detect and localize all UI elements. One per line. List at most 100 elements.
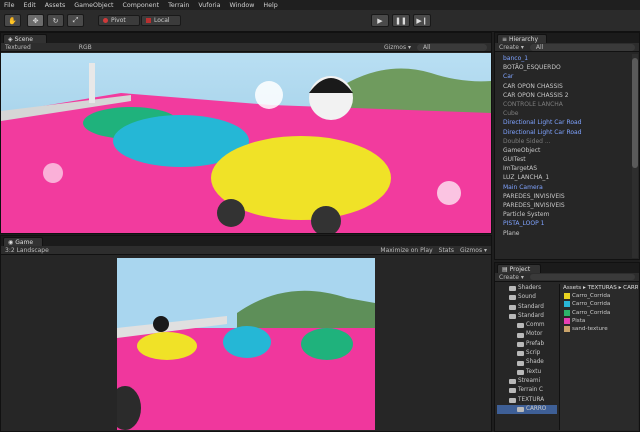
hierarchy-create-dropdown[interactable]: Create ▾ [499,44,524,51]
hierarchy-panel: ≡ Hierarchy Create ▾ All banco_1 BOTÃO_ES… [494,32,640,260]
hierarchy-item[interactable]: Cube [495,109,631,118]
toolbar: ✋ ✥ ↻ ⤢ Pivot Local ▶ ❚❚ ▶❙ [0,10,640,32]
shading-mode-dropdown[interactable]: Textured [5,44,31,51]
render-mode-dropdown[interactable]: RGB [79,44,92,51]
tab-scene[interactable]: ◈ Scene [3,34,47,43]
folder-label: Standard [518,312,544,319]
menu-assets[interactable]: Assets [45,2,66,9]
hierarchy-scroll-thumb[interactable] [632,58,638,168]
hierarchy-item[interactable]: PISTA_LOOP 1 [495,219,631,228]
move-tool-button[interactable]: ✥ [27,14,44,27]
stats-toggle[interactable]: Stats [439,247,454,254]
hierarchy-item[interactable]: Particle System [495,210,631,219]
folder-item[interactable]: Standard [497,303,557,312]
menu-file[interactable]: File [4,2,15,9]
game-gizmos-dropdown[interactable]: Gizmos ▾ [460,247,487,254]
folder-label: Comm [526,322,545,329]
folder-item[interactable]: Shade [497,358,557,367]
aspect-dropdown[interactable]: 3:2 Landscape [5,247,49,254]
step-button[interactable]: ▶❙ [413,14,431,27]
hierarchy-search-all[interactable]: All [529,43,635,51]
hierarchy-item[interactable]: PAREDES_INVISIVEIS [495,192,631,201]
texture-icon [564,309,570,316]
tab-hierarchy[interactable]: ≡ Hierarchy [497,34,547,43]
light-gizmo-icon [255,81,283,109]
menu-window[interactable]: Window [230,2,255,9]
project-create-dropdown[interactable]: Create ▾ [499,274,524,281]
folder-icon [509,286,516,292]
pause-button[interactable]: ❚❚ [392,14,410,27]
scale-tool-button[interactable]: ⤢ [67,14,84,27]
hierarchy-item[interactable]: CONTROLE LANCHA [495,100,631,109]
folder-item[interactable]: Standard [497,312,557,321]
asset-item[interactable]: Carro_Corrida [560,292,638,300]
scene-wheel [217,199,245,227]
menu-terrain[interactable]: Terrain [168,2,189,9]
hierarchy-item[interactable]: GameObject [495,146,631,155]
project-search-field[interactable] [529,274,635,280]
play-icon: ▶ [377,16,383,25]
hierarchy-item[interactable]: Directional Light Car Road [495,118,631,127]
pivot-toggle[interactable]: Pivot [98,15,140,26]
scene-gizmos-dropdown[interactable]: Gizmos ▾ [384,44,411,51]
rotate-tool-button[interactable]: ↻ [47,14,64,27]
folder-icon [509,388,516,394]
tab-game[interactable]: ◉ Game [3,237,43,246]
asset-item[interactable]: Pista [560,317,638,325]
hierarchy-item[interactable]: Main Camera [495,183,631,192]
hierarchy-item[interactable]: GUITest [495,155,631,164]
hierarchy-item[interactable]: Car [495,72,631,81]
folder-label: Shade [526,359,544,366]
folder-item[interactable]: Scrip [497,349,557,358]
folder-item[interactable]: Terrain C [497,386,557,395]
folder-item[interactable]: Sound [497,293,557,302]
hierarchy-item[interactable]: PAREDES_INVISIVEIS [495,201,631,210]
local-label: Local [154,17,170,24]
folder-item-selected[interactable]: CARRO [497,404,557,415]
hierarchy-item[interactable]: CAR OPON CHASSIS 2 [495,91,631,100]
project-folder-tree: Shaders Sound Standard Standard Comm Mot… [497,284,557,432]
menu-vuforia[interactable]: Vuforia [198,2,220,9]
folder-label: Motor [526,331,543,338]
local-toggle[interactable]: Local [141,15,181,26]
game-view[interactable] [117,258,375,430]
game-blue-car [223,326,271,358]
scale-icon: ⤢ [72,16,79,24]
hierarchy-item[interactable]: BOTÃO_ESQUERDO [495,63,631,72]
folder-icon [517,407,524,412]
scene-view[interactable] [1,53,491,233]
folder-item[interactable]: Prefab [497,340,557,349]
folder-item[interactable]: Textu [497,368,557,377]
hierarchy-item[interactable]: banco_1 [495,54,631,63]
hierarchy-item[interactable]: LUZ_LANCHA_1 [495,173,631,182]
folder-item[interactable]: Streami [497,377,557,386]
hierarchy-item[interactable]: CAR OPON CHASSIS [495,82,631,91]
scene-search-all[interactable]: All [417,43,487,51]
hierarchy-tab-label: Hierarchy [509,35,539,43]
play-button[interactable]: ▶ [371,14,389,27]
menu-gameobject[interactable]: GameObject [74,2,113,9]
texture-icon [564,301,570,308]
maximize-on-play-toggle[interactable]: Maximize on Play [380,247,432,254]
asset-item[interactable]: sand-texture [560,325,638,333]
folder-item[interactable]: Comm [497,321,557,330]
game-tab-icon: ◉ [8,238,14,246]
hierarchy-item[interactable]: Plane [495,229,631,238]
project-asset-area: Assets ▸ TEXTURAS ▸ CARRO Carro_Corrida … [559,284,638,430]
folder-item[interactable]: Motor [497,330,557,339]
hand-tool-button[interactable]: ✋ [4,14,21,27]
menu-component[interactable]: Component [123,2,160,9]
asset-item[interactable]: Carro_Corrida [560,309,638,317]
hierarchy-item[interactable]: Directional Light Car Road [495,128,631,137]
folder-item[interactable]: TEXTURA [497,396,557,405]
scene-tab-label: Scene [14,35,33,43]
project-breadcrumb[interactable]: Assets ▸ TEXTURAS ▸ CARRO [560,284,638,292]
hierarchy-item[interactable]: ImTargetAS [495,164,631,173]
menu-edit[interactable]: Edit [24,2,36,9]
tab-project[interactable]: ▤ Project [497,264,541,273]
menu-help[interactable]: Help [263,2,277,9]
folder-item[interactable]: Shaders [497,284,557,293]
hierarchy-scrollbar[interactable] [632,54,638,258]
hierarchy-item[interactable]: Double Sided ... [495,137,631,146]
asset-item[interactable]: Carro_Corrida [560,300,638,308]
